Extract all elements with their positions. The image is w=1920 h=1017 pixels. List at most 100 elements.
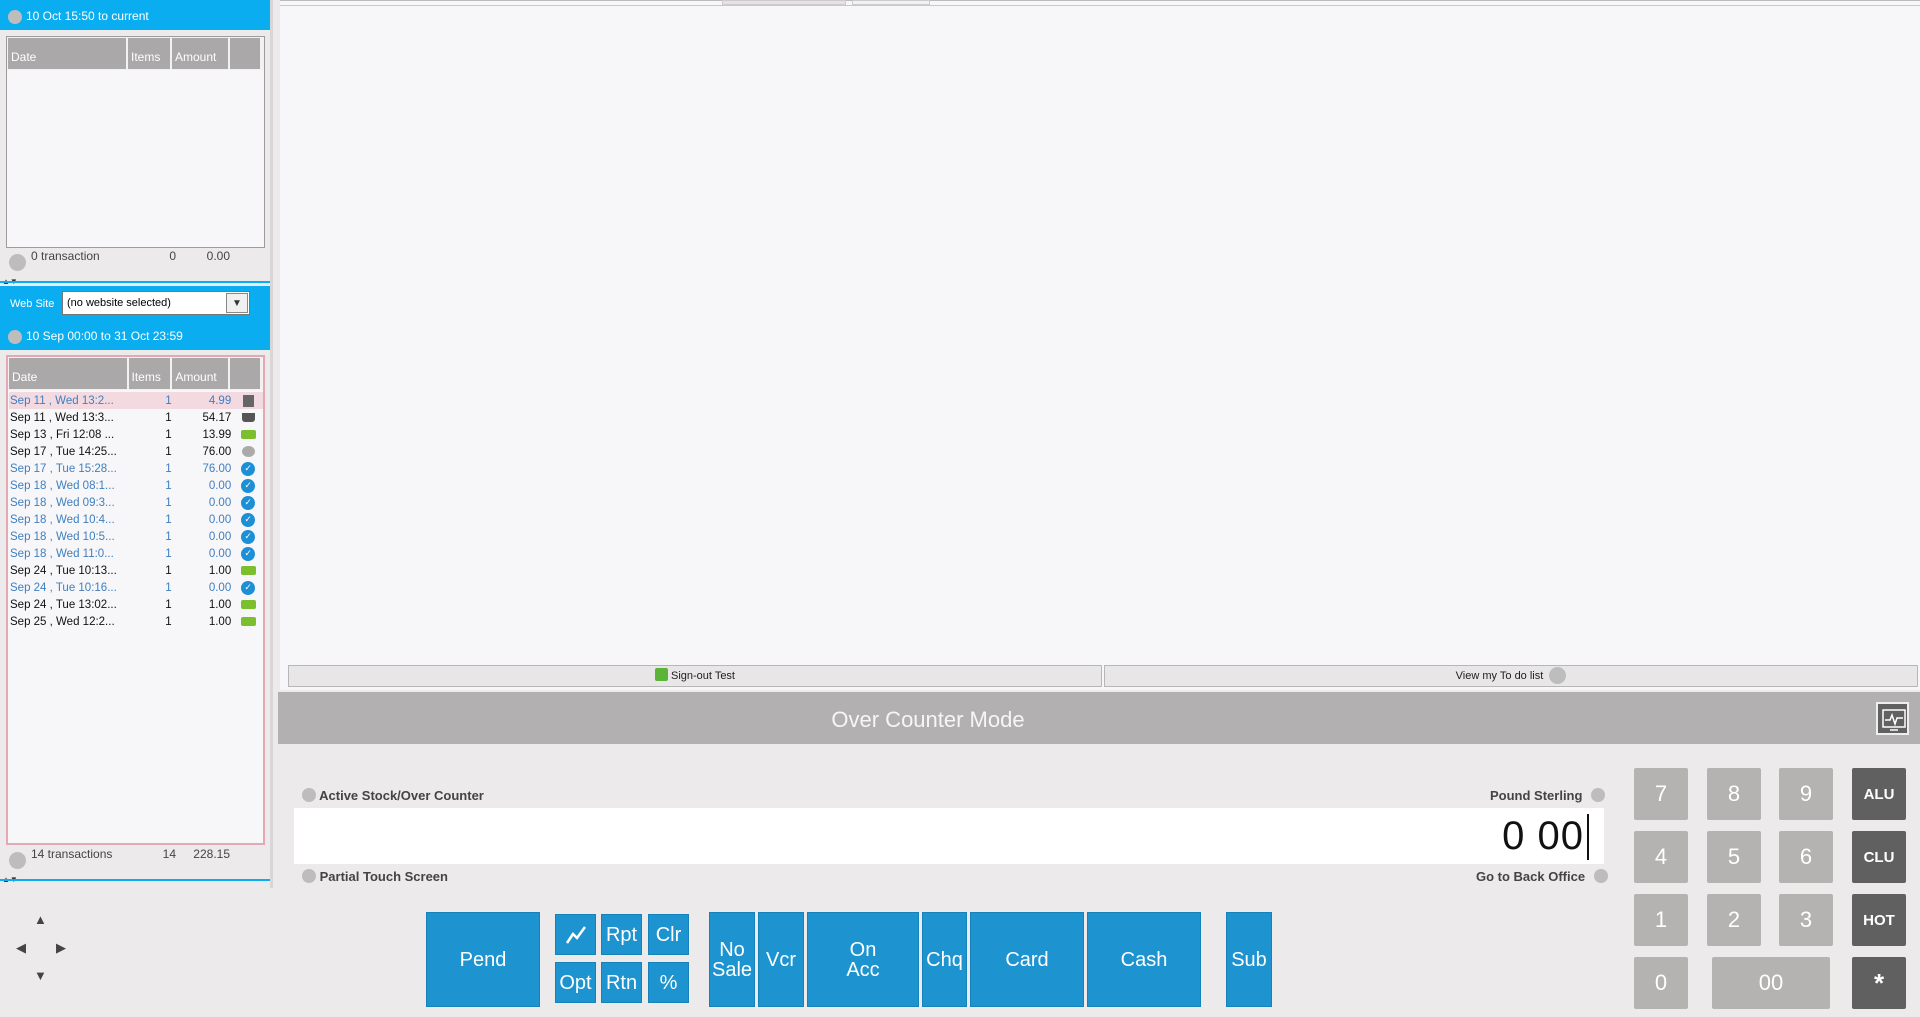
check-icon: ✓ [241, 478, 256, 493]
status-dot [1591, 788, 1606, 802]
col-date[interactable]: Date [8, 38, 126, 69]
table-row[interactable]: Sep 11 , Wed 13:2... 1 4.99 [9, 392, 263, 409]
check-icon: ✓ [241, 461, 256, 476]
cell-amount: 1.00 [208, 564, 232, 577]
amount-display[interactable]: 0 00 [294, 808, 1604, 864]
key-5[interactable]: 5 [1707, 831, 1761, 883]
table-row[interactable]: Sep 13 , Fri 12:08 ... 1 13.99 [9, 426, 263, 443]
active-stock-label[interactable]: Active Stock/Over Counter [302, 788, 484, 803]
activity-monitor-icon[interactable] [1876, 702, 1909, 735]
options-button[interactable]: Opt [555, 962, 596, 1003]
splitter[interactable]: ▲▼ [0, 876, 270, 884]
website-transactions-table[interactable]: Date Items Amount Sep 11 , Wed 13:2... 1 4… [6, 355, 265, 845]
cell-items: 1 [165, 547, 172, 560]
truck-icon [240, 600, 256, 609]
table-row[interactable]: Sep 24 , Tue 13:02... 1 1.00 [9, 596, 263, 613]
key-6[interactable]: 6 [1779, 831, 1833, 883]
truck-icon [240, 566, 256, 575]
table-row[interactable]: Sep 18 , Wed 09:3... 1 0.00 ✓ [9, 494, 263, 511]
arrow-down-icon[interactable]: ▼ [34, 968, 47, 983]
arrow-left-icon[interactable]: ◀ [16, 940, 26, 956]
website-range-bar[interactable]: 10 Sep 00:00 to 31 Oct 23:59 [0, 320, 270, 350]
cell-date: Sep 18 , Wed 11:0... [10, 547, 114, 560]
no-sale-button[interactable]: No Sale [709, 912, 755, 1007]
key-4[interactable]: 4 [1634, 831, 1688, 883]
return-button[interactable]: Rtn [601, 962, 642, 1003]
cash-button[interactable]: Cash [1087, 912, 1201, 1007]
todo-list-button[interactable]: View my To do list [1104, 665, 1918, 687]
arrow-right-icon[interactable]: ▶ [56, 940, 66, 956]
key-7[interactable]: 7 [1634, 768, 1688, 820]
session-range-bar[interactable]: 10 Oct 15:50 to current [0, 0, 270, 30]
table-row[interactable]: Sep 24 , Tue 10:16... 1 0.00 ✓ [9, 579, 263, 596]
text-caret [1587, 814, 1589, 860]
subtotal-button[interactable]: Sub [1226, 912, 1272, 1007]
arrow-up-icon[interactable]: ▲ [34, 912, 47, 927]
table-row[interactable]: Sep 18 , Wed 08:1... 1 0.00 ✓ [9, 477, 263, 494]
report-button[interactable]: Rpt [601, 914, 642, 955]
check-icon: ✓ [241, 495, 256, 510]
table-row[interactable]: Sep 17 , Tue 14:25... 1 76.00 [9, 443, 263, 460]
key-0[interactable]: 0 [1634, 957, 1688, 1009]
key-9[interactable]: 9 [1779, 768, 1833, 820]
col-status[interactable] [230, 358, 261, 389]
sign-out-button[interactable]: Sign-out Test [288, 665, 1102, 687]
col-date[interactable]: Date [9, 358, 127, 389]
clear-button[interactable]: Clr [648, 914, 689, 955]
pend-button[interactable]: Pend [426, 912, 540, 1007]
cell-items: 1 [165, 428, 172, 441]
cell-date: Sep 18 , Wed 10:4... [10, 513, 115, 526]
col-amount[interactable]: Amount [172, 38, 228, 69]
session-summary-dot [9, 254, 26, 271]
currency-label[interactable]: Pound Sterling [1490, 788, 1606, 803]
pending-icon [241, 446, 255, 457]
trend-icon[interactable] [555, 914, 596, 955]
table-row[interactable]: Sep 24 , Tue 10:13... 1 1.00 [9, 562, 263, 579]
key-8[interactable]: 8 [1707, 768, 1761, 820]
cell-amount: 76.00 [202, 445, 232, 458]
voucher-button[interactable]: Vcr [758, 912, 804, 1007]
session-transactions-table[interactable]: Date Items Amount [6, 36, 265, 248]
session-range: 10 Oct 15:50 to current [26, 9, 149, 23]
on-account-button[interactable]: On Acc [807, 912, 919, 1007]
session-summary-label: 0 transaction [31, 249, 100, 263]
percent-button[interactable]: % [648, 962, 689, 1003]
alu-button[interactable]: ALU [1852, 768, 1906, 820]
website-select[interactable]: (no website selected) ▼ [62, 291, 250, 315]
table-row[interactable]: Sep 18 , Wed 11:0... 1 0.00 ✓ [9, 545, 263, 562]
table-row[interactable]: Sep 18 , Wed 10:5... 1 0.00 ✓ [9, 528, 263, 545]
cell-date: Sep 17 , Tue 15:28... [10, 462, 117, 475]
cheque-button[interactable]: Chq [922, 912, 967, 1007]
partial-touch-label[interactable]: Partial Touch Screen [302, 869, 448, 884]
key-3[interactable]: 3 [1779, 894, 1833, 946]
cell-date: Sep 18 , Wed 08:1... [10, 479, 115, 492]
splitter[interactable]: ▲▼ [0, 278, 270, 286]
card-button[interactable]: Card [970, 912, 1084, 1007]
transactions-panel: 10 Oct 15:50 to current Date Items Amoun… [0, 0, 273, 888]
check-icon: ✓ [241, 546, 256, 561]
clu-button[interactable]: CLU [1852, 831, 1906, 883]
chevron-down-icon[interactable]: ▼ [226, 293, 248, 313]
table-row[interactable]: Sep 18 , Wed 10:4... 1 0.00 ✓ [9, 511, 263, 528]
cell-amount: 76.00 [202, 462, 232, 475]
col-items[interactable]: Items [128, 358, 171, 389]
cell-items: 1 [165, 598, 172, 611]
key-2[interactable]: 2 [1707, 894, 1761, 946]
table-row[interactable]: Sep 17 , Tue 15:28... 1 76.00 ✓ [9, 460, 263, 477]
cell-amount: 0.00 [208, 496, 232, 509]
col-items[interactable]: Items [128, 38, 170, 69]
table-row[interactable]: Sep 25 , Wed 12:2... 1 1.00 [9, 613, 263, 630]
key-00[interactable]: 00 [1712, 957, 1830, 1009]
back-office-label[interactable]: Go to Back Office [1476, 869, 1608, 884]
cell-date: Sep 18 , Wed 10:5... [10, 530, 115, 543]
star-button[interactable]: * [1852, 957, 1906, 1009]
key-1[interactable]: 1 [1634, 894, 1688, 946]
nav-arrows: ▲ ◀ ▶ ▼ [0, 900, 80, 990]
cell-items: 1 [165, 615, 172, 628]
hot-button[interactable]: HOT [1852, 894, 1906, 946]
col-status[interactable] [230, 38, 260, 69]
session-summary-count: 0 [169, 249, 176, 263]
table-row[interactable]: Sep 11 , Wed 13:3... 1 54.17 [9, 409, 263, 426]
col-amount[interactable]: Amount [172, 358, 229, 389]
cell-amount: 0.00 [208, 530, 232, 543]
